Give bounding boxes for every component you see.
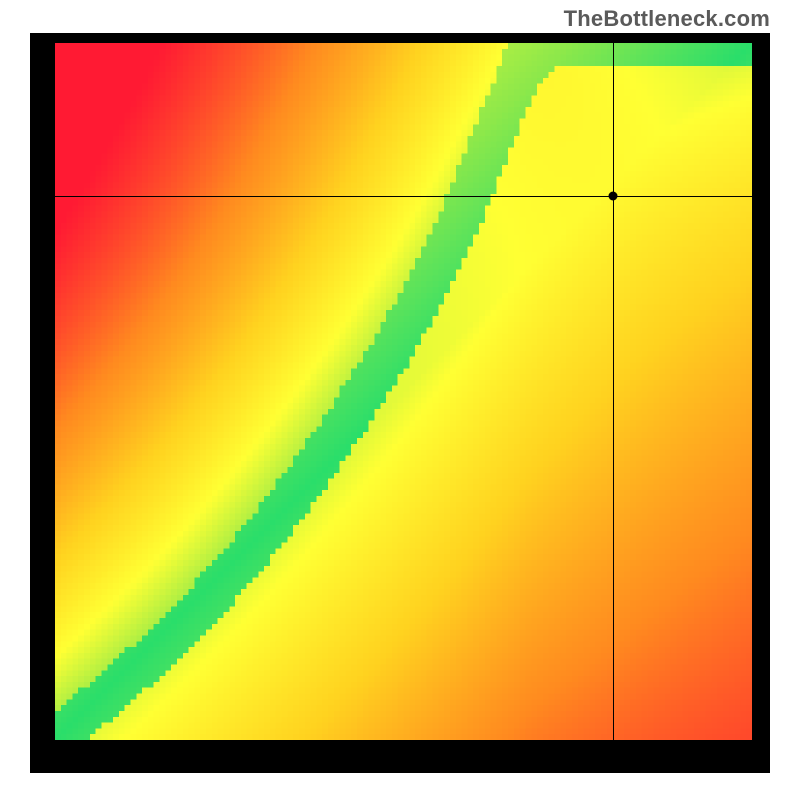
crosshair-horizontal — [55, 196, 752, 197]
heatmap-canvas — [55, 43, 752, 740]
watermark-label: TheBottleneck.com — [564, 6, 770, 32]
crosshair-vertical — [613, 43, 614, 740]
chart-container: TheBottleneck.com — [0, 0, 800, 800]
plot-area — [55, 43, 752, 740]
plot-frame — [30, 33, 770, 773]
selection-marker-dot — [608, 192, 617, 201]
